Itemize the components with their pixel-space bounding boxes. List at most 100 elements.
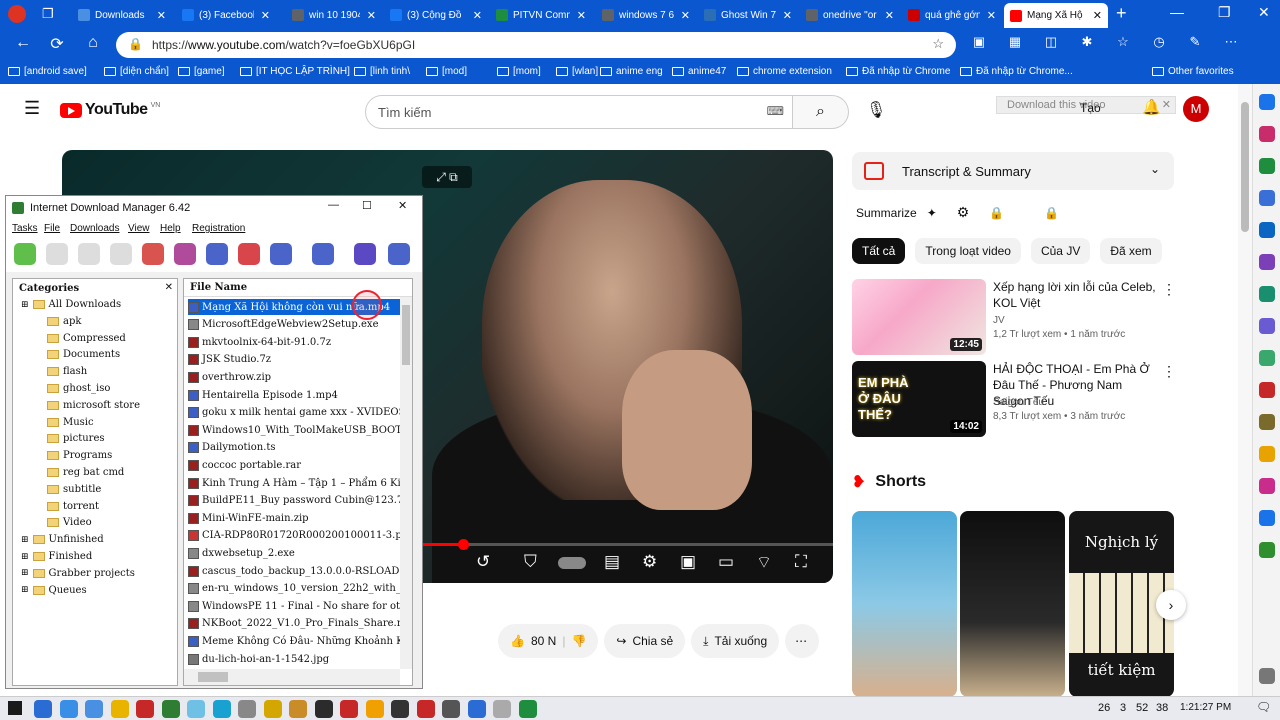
miniplayer-overlay-icon[interactable]: ⤢ ⧉	[422, 166, 472, 188]
file-row[interactable]: CIA-RDP80R01720R000200100011-3.pdf	[188, 528, 402, 544]
idm-menu-item[interactable]: View	[128, 223, 150, 234]
app-icon[interactable]	[1259, 510, 1275, 526]
taskbar-app-icon[interactable]	[314, 700, 333, 718]
category-item[interactable]: ⊞ All Downloads	[21, 299, 121, 310]
expand-icon[interactable]: ⊞	[21, 535, 29, 545]
cast-icon[interactable]: ⌔	[756, 552, 772, 573]
category-item[interactable]: Compressed	[47, 333, 126, 344]
short-video[interactable]	[960, 511, 1065, 697]
category-item[interactable]: torrent	[47, 501, 99, 512]
browser-tab[interactable]: Ghost Win 7 ✕	[698, 4, 798, 26]
minimize-icon[interactable]: —	[328, 199, 339, 211]
favorite-star-icon[interactable]: ☆	[932, 36, 944, 52]
taskbar-app-icon[interactable]	[391, 700, 409, 718]
category-item[interactable]: flash	[47, 366, 87, 377]
outlook-icon[interactable]	[1259, 222, 1275, 238]
replay-icon[interactable]: ↺	[476, 552, 490, 572]
more-options-icon[interactable]: ⋮	[1162, 281, 1176, 298]
bookmark-folder[interactable]: [game]	[178, 66, 225, 77]
category-item[interactable]: reg bat cmd	[47, 467, 124, 478]
bookmark-folder[interactable]: Đã nhập từ Chrome...	[960, 66, 1073, 77]
taskbar-app-icon[interactable]	[85, 700, 103, 718]
category-item[interactable]: ⊞ Unfinished	[21, 534, 104, 545]
clock[interactable]: 1:21:27 PM	[1180, 702, 1231, 713]
delete-completed-icon[interactable]	[174, 243, 196, 265]
taskbar-app-icon[interactable]	[416, 700, 435, 718]
transcript-summary-panel[interactable]: Transcript & Summary ⌄	[852, 152, 1174, 190]
app-icon[interactable]	[1259, 446, 1275, 462]
taskbar-app-icon[interactable]	[238, 700, 256, 718]
workspaces-icon[interactable]: ❐	[42, 6, 54, 22]
category-item[interactable]: ghost_iso	[47, 383, 110, 394]
taskbar-app-icon[interactable]	[442, 700, 460, 718]
extension-icon[interactable]: ▦	[1004, 34, 1026, 50]
file-row[interactable]: coccoc portable.rar	[188, 457, 402, 473]
bookmark-folder[interactable]: [wlan]	[556, 66, 598, 77]
recommended-video[interactable]: EM PHÀ Ở ĐÂU THẾ? 14:02 HẢI ĐỘC THOẠI - …	[852, 361, 1182, 437]
filter-chip[interactable]: Của JV	[1030, 238, 1091, 264]
bookmark-folder[interactable]: [IT HỌC LẬP TRÌNH]	[240, 66, 350, 77]
taskbar-app-icon[interactable]	[110, 700, 129, 718]
taskbar-app-icon[interactable]	[212, 700, 231, 718]
taskbar-app-icon[interactable]	[136, 700, 154, 718]
browser-tab[interactable]: PITVN Comm ✕	[490, 4, 592, 26]
filter-chip[interactable]: Tất cả	[852, 238, 906, 264]
search-input[interactable]: Tìm kiếm ⌨	[365, 95, 793, 129]
vertical-scrollbar[interactable]	[400, 297, 412, 669]
add-url-icon[interactable]	[14, 243, 36, 265]
tell-friend-icon[interactable]	[388, 243, 410, 265]
channel-name[interactable]: Saigon Tếu	[993, 397, 1044, 408]
video-title[interactable]: Xếp hạng lời xin lỗi của Celeb, KOL Việt	[993, 279, 1158, 311]
bookmark-folder[interactable]: [mod]	[426, 66, 467, 77]
taskbar-app-icon[interactable]	[365, 700, 384, 718]
start-queue-icon[interactable]	[270, 243, 292, 265]
idm-menu-item[interactable]: File	[44, 223, 60, 234]
file-row[interactable]: Meme Không Có Đâu- Những Khoảnh Khắc	[188, 633, 402, 649]
search-icon[interactable]	[1259, 94, 1275, 110]
extensions-icon[interactable]: ✱	[1076, 34, 1098, 50]
back-icon[interactable]: ←	[12, 34, 34, 52]
settings-icon[interactable]: ⚙	[957, 204, 970, 221]
sponsor-block-icon[interactable]: ⛉	[524, 552, 537, 572]
bookmark-folder[interactable]: [mom]	[497, 66, 541, 77]
tab-close-icon[interactable]: ✕	[1093, 9, 1102, 22]
tab-close-icon[interactable]: ✕	[681, 9, 690, 22]
app-icon[interactable]	[1259, 542, 1275, 558]
more-actions-button[interactable]: ⋯	[785, 624, 820, 658]
tab-close-icon[interactable]: ✕	[367, 9, 376, 22]
bookmark-folder[interactable]: anime47	[672, 66, 726, 77]
notification-icon[interactable]: 🔔	[1142, 98, 1161, 116]
taskbar-app-icon[interactable]	[263, 700, 282, 718]
app-icon[interactable]	[1259, 414, 1275, 430]
idm-menu-item[interactable]: Registration	[192, 223, 245, 234]
create-button[interactable]: Tạo	[1080, 101, 1101, 115]
bookmark-folder[interactable]: [linh tinh\	[354, 66, 410, 77]
idm-menu-item[interactable]: Help	[160, 223, 181, 234]
progress-handle[interactable]	[457, 539, 469, 550]
browser-tab[interactable]: onedrive "or ✕	[800, 4, 900, 26]
menu-icon[interactable]: ☰	[24, 98, 40, 119]
restore-icon[interactable]: ❐	[1218, 4, 1231, 21]
edit-icon[interactable]: ✎	[1184, 34, 1206, 50]
stop-all-icon[interactable]	[110, 243, 132, 265]
close-icon[interactable]: ✕	[1162, 97, 1171, 113]
fullscreen-icon[interactable]: ⛶	[795, 552, 807, 572]
more-icon[interactable]: ⋯	[1220, 34, 1242, 50]
file-row[interactable]: overthrow.zip	[188, 369, 402, 385]
browser-tab[interactable]: quá ghê gớn ✕	[902, 4, 1002, 26]
extension-icon[interactable]: ▣	[968, 34, 990, 50]
settings-icon[interactable]	[1259, 668, 1275, 684]
office-icon[interactable]	[1259, 190, 1275, 206]
start-icon[interactable]	[8, 701, 22, 715]
taskbar-app-icon[interactable]	[467, 700, 486, 718]
scrollbar-thumb[interactable]	[402, 305, 410, 365]
miniplayer-icon[interactable]: ▣	[680, 552, 696, 572]
search-button[interactable]: ⌕	[793, 95, 849, 129]
scrollbar-thumb[interactable]	[1241, 102, 1249, 232]
app-icon[interactable]	[1259, 254, 1275, 270]
next-arrow-button[interactable]: ›	[1156, 590, 1186, 620]
page-scrollbar[interactable]	[1238, 84, 1252, 696]
browser-tab[interactable]: win 10 1904 ✕	[286, 4, 382, 26]
tab-close-icon[interactable]: ✕	[987, 9, 996, 22]
file-row[interactable]: JSK Studio.7z	[188, 352, 402, 368]
